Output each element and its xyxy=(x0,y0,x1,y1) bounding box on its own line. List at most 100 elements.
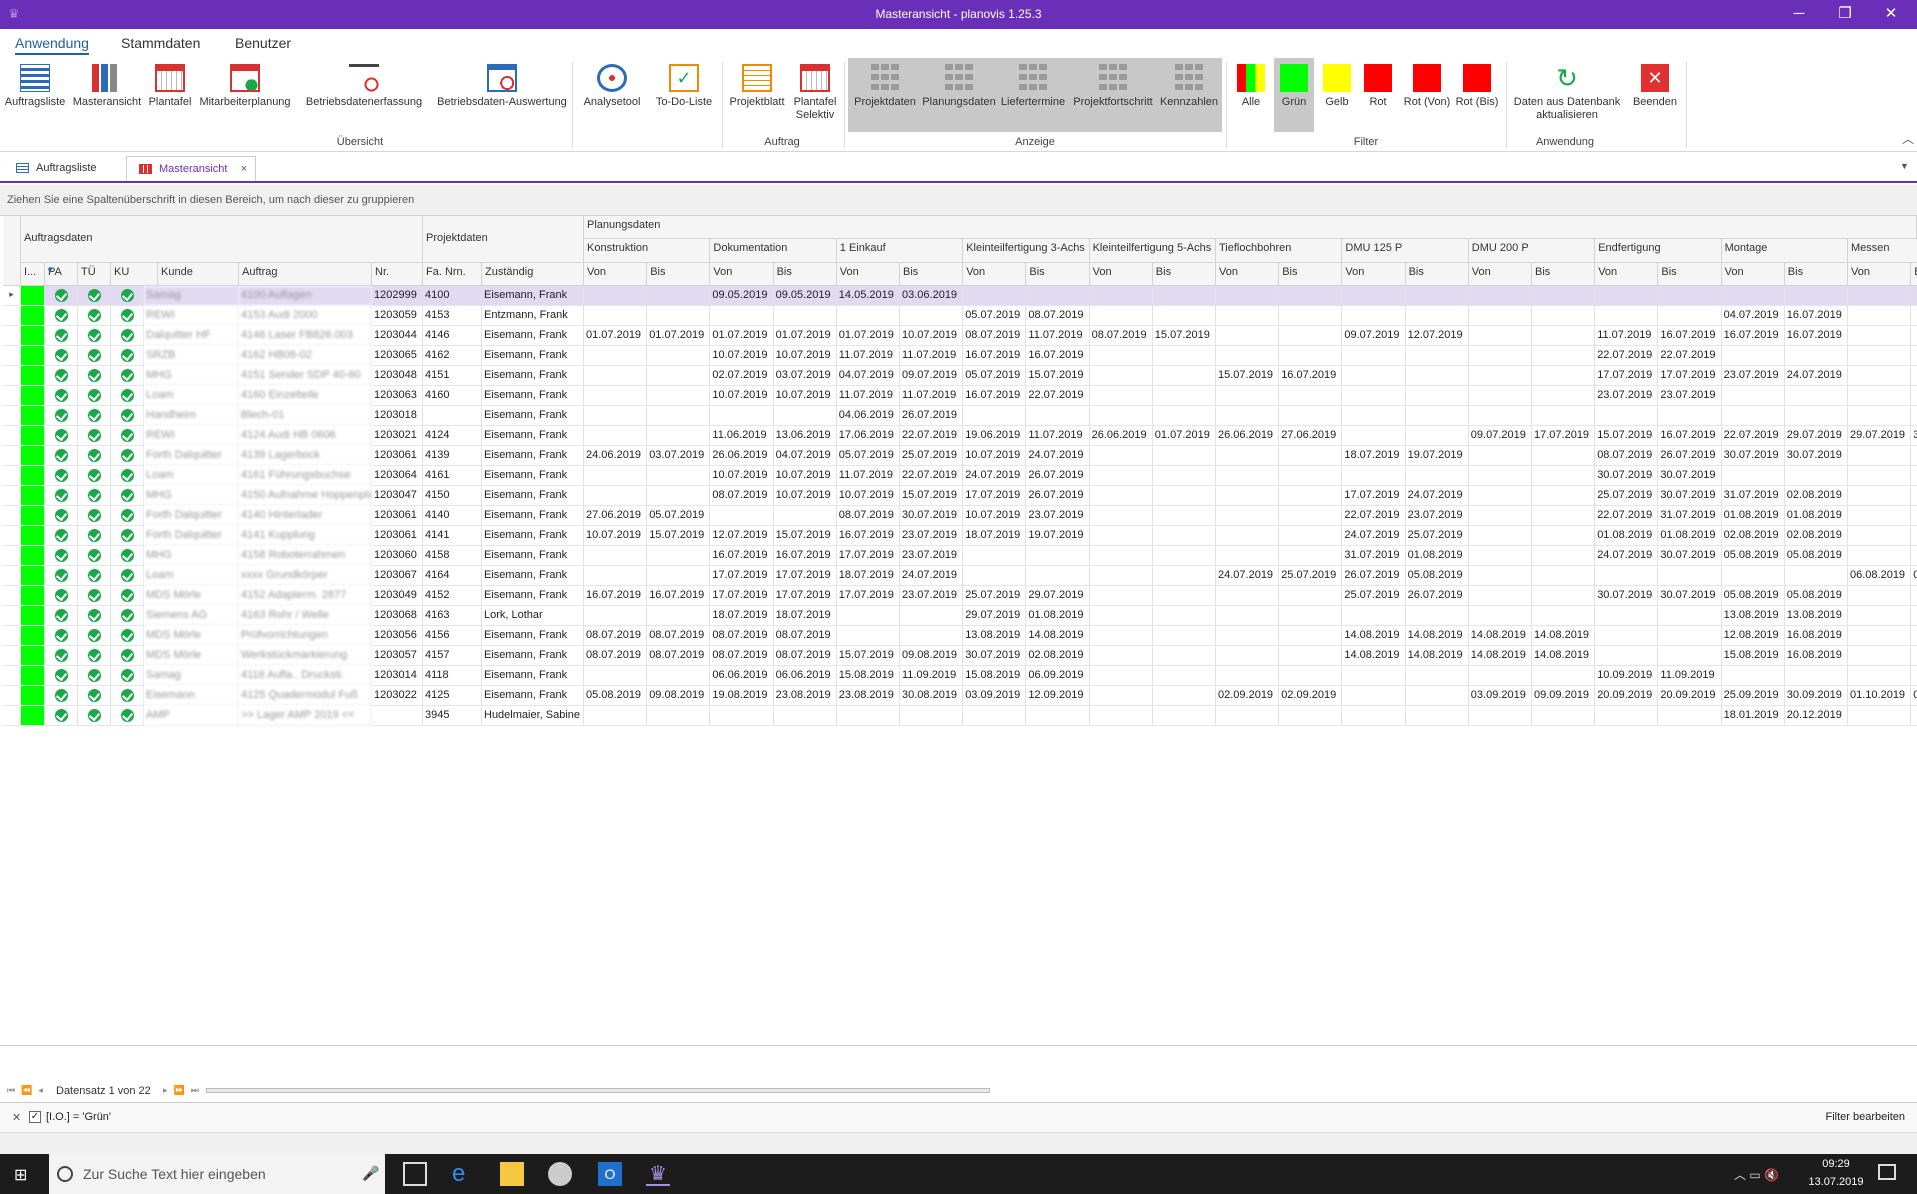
row-auftrag-cell[interactable]: 4160 Einzelteile xyxy=(239,386,372,406)
date-cell[interactable] xyxy=(710,406,774,426)
date-cell[interactable]: 30.07.2019 xyxy=(1658,466,1722,486)
date-cell[interactable]: 15.08.2019 xyxy=(836,666,900,686)
date-cell[interactable]: 23.07.2019 xyxy=(900,526,964,546)
date-cell[interactable] xyxy=(1595,646,1659,666)
row-fa-cell[interactable]: 4158 xyxy=(423,546,482,566)
date-cell[interactable] xyxy=(1721,466,1785,486)
date-cell[interactable] xyxy=(1152,666,1216,686)
row-kunde-cell[interactable]: Loam xyxy=(144,466,239,486)
date-cell[interactable]: 08.07.2019 xyxy=(710,646,774,666)
row-indicator[interactable] xyxy=(3,706,21,726)
date-cell[interactable] xyxy=(1026,406,1090,426)
date-cell[interactable]: 05.07.2019 xyxy=(647,506,711,526)
date-cell[interactable]: 13.08.2019 xyxy=(1784,606,1848,626)
date-cell[interactable]: 24.07.2019 xyxy=(1405,486,1469,506)
tray-icons[interactable]: ︿ ▭ 🔇 xyxy=(1734,1166,1779,1183)
date-cell[interactable] xyxy=(1721,406,1785,426)
file-explorer-icon[interactable] xyxy=(500,1162,524,1186)
date-cell[interactable]: 26.06.2019 xyxy=(1216,426,1280,446)
date-cell[interactable]: 08.07.2019 xyxy=(773,646,837,666)
date-cell[interactable]: 16.08.2019 xyxy=(1784,646,1848,666)
date-cell[interactable] xyxy=(836,706,900,726)
daten-aktualisieren-button[interactable]: ↻ Daten aus Datenbank aktualisieren xyxy=(1512,58,1622,132)
date-cell[interactable]: 17.07.2019 xyxy=(710,566,774,586)
date-cell[interactable] xyxy=(1911,446,1917,466)
date-cell[interactable]: 08.07.2019 xyxy=(773,626,837,646)
date-cell[interactable]: 09.05.2019 xyxy=(773,286,837,306)
row-fa-cell[interactable]: 4146 xyxy=(423,326,482,346)
filter-rot-bis-button[interactable]: Rot (Bis) xyxy=(1454,58,1500,132)
date-cell[interactable] xyxy=(584,706,648,726)
date-cell[interactable] xyxy=(584,286,648,306)
date-cell[interactable] xyxy=(1026,546,1090,566)
row-nr-cell[interactable] xyxy=(372,706,423,726)
date-cell[interactable] xyxy=(1468,466,1532,486)
date-cell[interactable]: 30.09.2019 xyxy=(1784,686,1848,706)
date-cell[interactable]: 02.08.2019 xyxy=(1026,646,1090,666)
row-nr-cell[interactable]: 1203061 xyxy=(372,446,423,466)
pager-next-last-icons[interactable]: ▸⏩⏭ xyxy=(163,1085,205,1096)
date-cell[interactable]: 03.09.2019 xyxy=(963,686,1027,706)
date-cell[interactable]: 31.07.2019 xyxy=(1658,506,1722,526)
date-cell[interactable] xyxy=(1848,486,1912,506)
band-planungsdaten[interactable]: Planungsdaten xyxy=(584,216,1917,239)
date-cell[interactable] xyxy=(1342,366,1406,386)
row-kunde-cell[interactable]: Samag xyxy=(144,666,239,686)
date-cell[interactable]: 11.09.2019 xyxy=(900,666,964,686)
date-cell[interactable]: 02.09.2019 xyxy=(1279,686,1343,706)
date-cell[interactable]: 15.08.2019 xyxy=(963,666,1027,686)
phase-header[interactable]: Kleinteilfertigung 3-Achs xyxy=(963,239,1090,263)
date-cell[interactable]: 24.07.2019 xyxy=(963,466,1027,486)
row-nr-cell[interactable]: 1203056 xyxy=(372,626,423,646)
date-cell[interactable] xyxy=(1658,406,1722,426)
date-cell[interactable]: 11.07.2019 xyxy=(1595,326,1659,346)
date-cell[interactable]: 20.09.2019 xyxy=(1595,686,1659,706)
date-cell[interactable] xyxy=(647,546,711,566)
date-cell[interactable]: 20.09.2019 xyxy=(1658,686,1722,706)
row-kunde-cell[interactable]: MHG xyxy=(144,366,239,386)
date-cell[interactable] xyxy=(1532,346,1596,366)
date-cell[interactable]: 30.07.2019 xyxy=(1658,486,1722,506)
date-cell[interactable]: 15.07.2019 xyxy=(1216,366,1280,386)
date-cell[interactable]: 29.07.2019 xyxy=(1026,586,1090,606)
date-cell[interactable] xyxy=(1152,706,1216,726)
row-fa-cell[interactable]: 4118 xyxy=(423,666,482,686)
date-cell[interactable] xyxy=(647,346,711,366)
date-cell[interactable]: 09.08.2019 xyxy=(900,646,964,666)
date-cell[interactable] xyxy=(836,626,900,646)
date-cell[interactable]: 15.07.2019 xyxy=(836,646,900,666)
date-cell[interactable] xyxy=(1911,586,1917,606)
date-cell[interactable]: 14.08.2019 xyxy=(1342,646,1406,666)
date-cell[interactable] xyxy=(1532,386,1596,406)
date-cell[interactable] xyxy=(773,706,837,726)
date-cell[interactable] xyxy=(1848,626,1912,646)
row-kunde-cell[interactable]: MHG xyxy=(144,486,239,506)
row-auftrag-cell[interactable]: 4139 Lagerbock xyxy=(239,446,372,466)
date-cell[interactable] xyxy=(1721,286,1785,306)
date-cell[interactable]: 02.08.2019 xyxy=(1784,486,1848,506)
date-cell[interactable]: 08.07.2019 xyxy=(1595,446,1659,466)
row-nr-cell[interactable]: 1202999 xyxy=(372,286,423,306)
close-window-button[interactable]: ✕ xyxy=(1868,0,1914,29)
row-auftrag-cell[interactable]: 4140 Hinterlader xyxy=(239,506,372,526)
row-auftrag-cell[interactable]: 4100 Auflagen xyxy=(239,286,372,306)
date-cell[interactable]: 10.07.2019 xyxy=(963,446,1027,466)
date-cell[interactable]: 26.06.2019 xyxy=(1089,426,1153,446)
date-cell[interactable]: 25.07.2019 xyxy=(900,446,964,466)
date-cell[interactable]: 30.07.2019 xyxy=(900,506,964,526)
date-cell[interactable] xyxy=(1279,486,1343,506)
row-zust-cell[interactable]: Eisemann, Frank xyxy=(482,446,584,466)
group-by-panel[interactable]: Ziehen Sie eine Spaltenüberschrift in di… xyxy=(0,185,1917,216)
row-auftrag-cell[interactable]: 4152 Adapterm. 2877 xyxy=(239,586,372,606)
date-cell[interactable] xyxy=(1911,386,1917,406)
row-nr-cell[interactable]: 1203067 xyxy=(372,566,423,586)
date-cell[interactable] xyxy=(1089,646,1153,666)
date-cell[interactable] xyxy=(1152,346,1216,366)
date-cell[interactable] xyxy=(1532,666,1596,686)
row-fa-cell[interactable]: 3945 xyxy=(423,706,482,726)
date-cell[interactable] xyxy=(1279,506,1343,526)
row-indicator[interactable] xyxy=(3,586,21,606)
windows-start-icon[interactable]: ⊞ xyxy=(14,1165,27,1185)
row-nr-cell[interactable]: 1203059 xyxy=(372,306,423,326)
date-cell[interactable] xyxy=(1089,626,1153,646)
